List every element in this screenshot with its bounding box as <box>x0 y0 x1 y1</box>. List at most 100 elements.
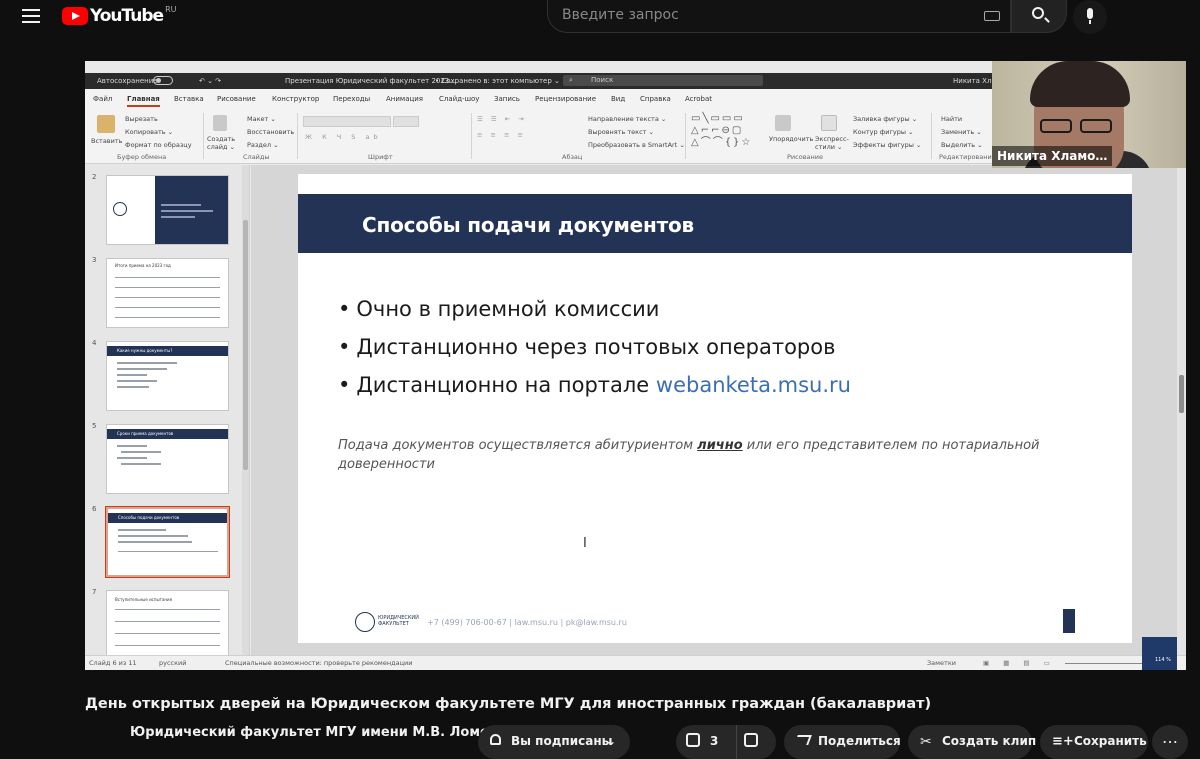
tab-acrobat[interactable]: Acrobat <box>685 95 712 103</box>
tab-help[interactable]: Справка <box>640 95 671 103</box>
accessibility-status[interactable]: Специальные возможности: проверьте реком… <box>225 659 412 667</box>
copy-button[interactable]: Копировать ⌄ <box>125 128 173 136</box>
portal-link[interactable]: webanketa.msu.ru <box>656 373 851 397</box>
quick-styles-icon[interactable] <box>821 115 837 131</box>
slide-thumbnails-pane: 2 3 Итоги приема на 2023 год 4 Какие нуж… <box>85 165 250 660</box>
list-buttons[interactable]: ☰ ☰ ⇤ ⇥ <box>477 115 527 123</box>
slide-thumbnail-4[interactable]: Какие нужны документы? <box>106 341 229 411</box>
layout-button[interactable]: Макет ⌄ <box>247 115 276 123</box>
voice-search-button[interactable] <box>1073 0 1107 34</box>
find-button[interactable]: Найти <box>941 115 962 123</box>
bell-icon <box>490 734 501 745</box>
bullet-item: Очно в приемной комиссии <box>338 290 851 328</box>
smartart-button[interactable]: Преобразовать в SmartArt ⌄ <box>588 141 685 149</box>
participant-video[interactable]: Никита Хламо… <box>992 61 1186 168</box>
font-style-buttons[interactable]: Ж К Ч S ab <box>305 133 382 141</box>
cut-button[interactable]: Вырезать <box>125 115 158 123</box>
share-button[interactable]: Поделиться <box>784 725 901 759</box>
slide-bullet-list: Очно в приемной комиссии Дистанционно че… <box>338 290 851 404</box>
scissors-icon: ✂ <box>920 734 932 750</box>
text-direction-button[interactable]: Направление текста ⌄ <box>588 115 666 123</box>
tab-review[interactable]: Рецензирование <box>535 95 596 103</box>
youtube-header: YouTube RU Введите запрос <box>0 0 1200 34</box>
faculty-logo-icon <box>355 612 375 632</box>
search-input[interactable]: Введите запрос <box>547 0 1011 33</box>
tab-home[interactable]: Главная <box>127 95 160 107</box>
undo-icon[interactable]: ↶ ⌄ ↷ <box>199 77 221 85</box>
thumbnail-title: Вступительные испытания <box>115 597 173 602</box>
tab-record[interactable]: Запись <box>494 95 520 103</box>
select-button[interactable]: Выделить ⌄ <box>941 141 983 149</box>
powerpoint-search[interactable]: ⌕ Поиск <box>563 75 763 86</box>
slide-thumbnail-3[interactable]: Итоги приема на 2023 год <box>106 258 229 328</box>
tab-slideshow[interactable]: Слайд-шоу <box>439 95 479 103</box>
new-slide-icon[interactable] <box>213 115 227 131</box>
format-painter-button[interactable]: Формат по образцу <box>125 141 192 149</box>
align-text-button[interactable]: Выровнять текст ⌄ <box>588 128 654 136</box>
thumbnail-title: Способы подачи документов <box>118 515 180 520</box>
view-buttons[interactable]: ▣ ▦ ▤ ▭ <box>983 659 1056 667</box>
shape-fill-button[interactable]: Заливка фигуры ⌄ <box>853 115 917 123</box>
tab-design[interactable]: Конструктор <box>272 95 319 103</box>
paste-button[interactable]: Вставить <box>91 137 122 145</box>
paste-icon[interactable] <box>97 115 115 133</box>
channel-name[interactable]: Юридический факультет МГУ имени М.В. Лом… <box>130 725 511 740</box>
new-slide-button[interactable]: Создать слайд ⌄ <box>207 135 235 151</box>
slide-thumbnail-5[interactable]: Сроки приема документов <box>106 424 229 494</box>
youtube-wordmark: YouTube <box>90 6 164 26</box>
document-title: Презентация Юридический факультет 2023… <box>285 77 457 85</box>
thumbnail-title: Итоги приема на 2023 год <box>115 263 171 268</box>
font-size-select[interactable] <box>393 116 419 127</box>
tab-transitions[interactable]: Переходы <box>333 95 370 103</box>
slide-title-bar: Способы подачи документов <box>298 194 1132 253</box>
canvas-scrollbar[interactable] <box>1177 165 1186 655</box>
section-button[interactable]: Раздел ⌄ <box>247 141 279 149</box>
shapes-gallery[interactable]: ▭╲▭▭▭ △⌐⌐⊖▢ △⌒⌒{}☆ <box>691 113 761 149</box>
clip-button[interactable]: ✂ Создать клип <box>908 725 1036 759</box>
tab-file[interactable]: Файл <box>93 95 112 103</box>
thumbnail-number: 6 <box>92 505 97 513</box>
youtube-logo[interactable]: YouTube RU <box>62 5 176 26</box>
current-slide[interactable]: Способы подачи документов Очно в приемно… <box>298 174 1132 643</box>
tab-draw[interactable]: Рисование <box>217 95 256 103</box>
slide-title: Способы подачи документов <box>362 213 694 237</box>
editing-group-label: Редактирование <box>939 153 996 161</box>
align-buttons[interactable]: ≡ ≡ ≡ ≡ <box>477 131 526 139</box>
note-text: Подача документов осуществляется абитури… <box>338 438 698 453</box>
bullet-text: Дистанционно на портале <box>356 373 656 397</box>
like-dislike-buttons[interactable]: 3 <box>676 725 776 759</box>
font-family-select[interactable] <box>303 116 391 127</box>
youtube-play-icon <box>62 7 88 25</box>
reset-button[interactable]: Восстановить <box>247 128 294 136</box>
share-icon <box>794 735 812 745</box>
bullet-item: Дистанционно на портале webanketa.msu.ru <box>338 366 851 404</box>
replace-button[interactable]: Заменить ⌄ <box>941 128 982 136</box>
tab-view[interactable]: Вид <box>611 95 625 103</box>
quick-styles-button[interactable]: Экспресс-стили ⌄ <box>815 135 849 151</box>
arrange-icon[interactable] <box>775 115 791 131</box>
slide-thumbnail-7[interactable]: Вступительные испытания <box>106 590 229 660</box>
drawing-group-label: Рисование <box>787 153 823 161</box>
tab-animations[interactable]: Анимация <box>386 95 423 103</box>
zoom-slider[interactable] <box>1065 663 1145 664</box>
language-indicator[interactable]: русский <box>159 659 187 667</box>
slide-thumbnail-6[interactable]: Способы подачи документов <box>105 506 230 578</box>
save-status[interactable]: • Сохранено в: этот компьютер ⌄ <box>435 77 560 85</box>
notes-button[interactable]: Заметки <box>927 659 956 667</box>
tab-insert[interactable]: Вставка <box>174 95 204 103</box>
slide-thumbnail-2[interactable] <box>106 175 229 245</box>
slides-group-label: Слайды <box>243 153 270 161</box>
arrange-button[interactable]: Упорядочить <box>769 135 813 143</box>
shape-effects-button[interactable]: Эффекты фигуры ⌄ <box>853 141 921 149</box>
more-actions-button[interactable]: … <box>1152 725 1188 759</box>
video-title: День открытых дверей на Юридическом факу… <box>85 696 932 712</box>
keyboard-icon[interactable] <box>984 11 1000 21</box>
search-button[interactable] <box>1011 0 1067 33</box>
autosave-toggle[interactable] <box>153 76 173 85</box>
glasses-icon <box>1040 119 1120 133</box>
menu-icon[interactable] <box>22 9 40 23</box>
shape-outline-button[interactable]: Контур фигуры ⌄ <box>853 128 913 136</box>
thumbnails-scrollbar[interactable] <box>242 165 249 655</box>
save-button[interactable]: ≡+ Сохранить <box>1040 725 1148 759</box>
subscribe-button[interactable]: Вы подписаны ⌄ <box>478 725 630 759</box>
